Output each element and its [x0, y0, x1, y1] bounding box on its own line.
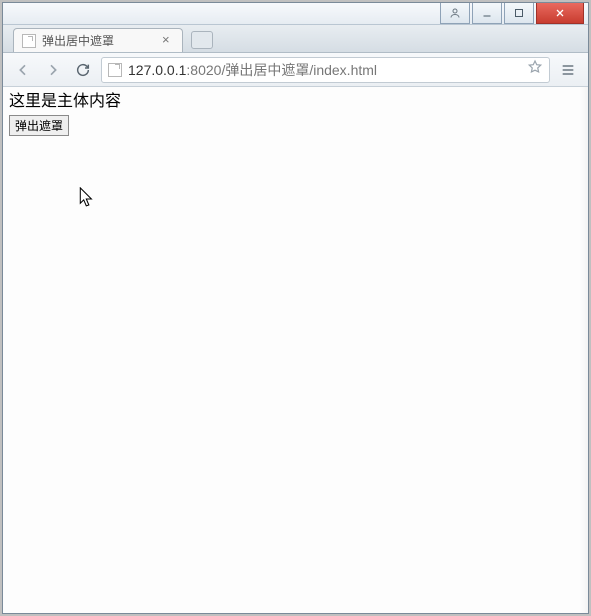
back-button[interactable] [11, 58, 35, 82]
tab-strip: 弹出居中遮罩 × [3, 25, 588, 53]
new-tab-button[interactable] [191, 31, 213, 49]
user-switch-button[interactable] [440, 3, 470, 24]
page-body: 这里是主体内容 弹出遮罩 [3, 87, 588, 140]
close-window-button[interactable] [536, 3, 584, 24]
popup-mask-button[interactable]: 弹出遮罩 [9, 115, 69, 136]
address-bar[interactable]: 127.0.0.1:8020/弹出居中遮罩/index.html [101, 57, 550, 83]
maximize-button[interactable] [504, 3, 534, 24]
page-viewport: 这里是主体内容 弹出遮罩 [3, 87, 588, 613]
file-icon [22, 34, 36, 48]
bookmark-star-icon[interactable] [527, 59, 543, 80]
forward-button[interactable] [41, 58, 65, 82]
scrollbar-track[interactable] [580, 87, 588, 613]
reload-button[interactable] [71, 58, 95, 82]
window-titlebar [3, 3, 588, 25]
tab-active[interactable]: 弹出居中遮罩 × [13, 28, 183, 52]
file-icon [108, 63, 122, 77]
toolbar: 127.0.0.1:8020/弹出居中遮罩/index.html [3, 53, 588, 87]
body-heading-text: 这里是主体内容 [9, 91, 582, 113]
url-port: :8020 [186, 62, 221, 78]
browser-window: 弹出居中遮罩 × 127.0.0.1:8020/弹出居中遮罩/index.htm… [2, 2, 589, 614]
url-path: /弹出居中遮罩/index.html [221, 62, 377, 78]
url-host: 127.0.0.1 [128, 62, 186, 78]
hamburger-menu-icon[interactable] [556, 58, 580, 82]
cursor-icon [79, 187, 97, 216]
minimize-button[interactable] [472, 3, 502, 24]
url-text: 127.0.0.1:8020/弹出居中遮罩/index.html [128, 60, 521, 80]
close-tab-button[interactable]: × [162, 35, 174, 47]
tab-title: 弹出居中遮罩 [42, 32, 114, 49]
